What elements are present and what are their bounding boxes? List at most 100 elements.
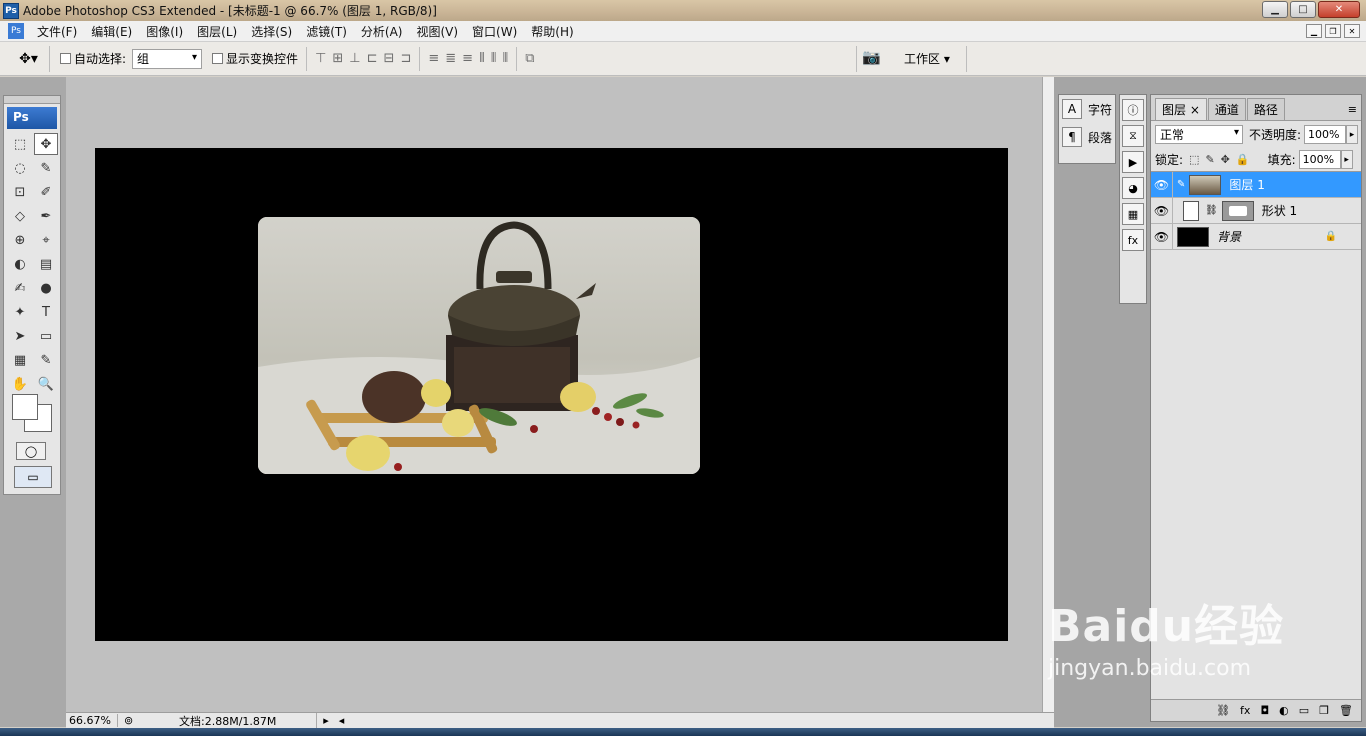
type-tool-icon[interactable]: T [34, 301, 58, 323]
menu-window[interactable]: 窗口(W) [465, 23, 524, 40]
distribute-hcenter-icon[interactable]: ⦀ [491, 51, 497, 66]
quick-mask-icon[interactable]: ◯ [16, 442, 46, 460]
doc-restore-button[interactable]: ❐ [1325, 24, 1341, 38]
lock-position-icon[interactable]: ✥ [1221, 153, 1230, 166]
color-icon[interactable]: ◕ [1122, 177, 1144, 199]
layer-name[interactable]: 背景 [1217, 228, 1241, 245]
bridge-camera-icon[interactable]: 📷 [862, 48, 886, 68]
blur-tool-icon[interactable]: ✍ [8, 277, 32, 299]
visibility-eye-icon[interactable]: 👁 [1151, 197, 1173, 224]
align-hcenter-icon[interactable]: ⊟ [384, 51, 395, 66]
eyedropper-tool-icon[interactable]: ✎ [34, 349, 58, 371]
info-icon[interactable]: ⓘ [1122, 99, 1144, 121]
brush-tool-icon[interactable]: ✒ [34, 205, 58, 227]
doc-minimize-button[interactable]: ▁ [1306, 24, 1322, 38]
layer-row[interactable]: 👁 ⛓ 形状 1 [1151, 197, 1361, 224]
dodge-tool-icon[interactable]: ● [34, 277, 58, 299]
status-options-icon[interactable]: ⊚ [118, 714, 139, 727]
distribute-left-icon[interactable]: ⦀ [479, 51, 485, 66]
foreground-color-swatch[interactable] [12, 394, 38, 420]
add-mask-icon[interactable]: ◘ [1260, 704, 1269, 717]
document-info[interactable]: 文档:2.88M/1.87M [139, 712, 318, 729]
eraser-tool-icon[interactable]: ◐ [8, 253, 32, 275]
distribute-bottom-icon[interactable]: ≡ [462, 51, 473, 66]
lock-image-icon[interactable]: ✎ [1205, 153, 1214, 166]
styles-icon[interactable]: fx [1122, 229, 1144, 251]
opacity-arrow-icon[interactable]: ▸ [1346, 125, 1359, 144]
opacity-input[interactable]: 100% [1304, 125, 1347, 144]
menu-ps-icon[interactable]: Ps [8, 23, 24, 39]
doc-close-button[interactable]: ✕ [1344, 24, 1360, 38]
menu-image[interactable]: 图像(I) [139, 23, 190, 40]
layer-name[interactable]: 图层 1 [1229, 176, 1264, 193]
adjustment-layer-icon[interactable]: ◐ [1279, 704, 1289, 717]
align-bottom-icon[interactable]: ⊥ [349, 51, 360, 66]
tab-paths[interactable]: 路径 [1246, 98, 1285, 120]
fill-input[interactable]: 100% [1298, 150, 1341, 169]
layer-row[interactable]: 👁 背景 🔒 [1151, 223, 1361, 250]
toolbox-header[interactable] [4, 96, 60, 104]
workspace-dropdown[interactable]: 工作区 ▾ [904, 50, 950, 67]
align-top-icon[interactable]: ⊤ [315, 51, 326, 66]
pen-tool-icon[interactable]: ✦ [8, 301, 32, 323]
auto-select-checkbox[interactable] [60, 53, 71, 64]
gradient-tool-icon[interactable]: ▤ [34, 253, 58, 275]
distribute-top-icon[interactable]: ≡ [428, 51, 439, 66]
crop-tool-icon[interactable]: ⊡ [8, 181, 32, 203]
maximize-button[interactable]: □ [1290, 1, 1316, 18]
distribute-right-icon[interactable]: ⦀ [503, 51, 509, 66]
history-icon[interactable]: ⧖ [1122, 125, 1144, 147]
menu-view[interactable]: 视图(V) [409, 23, 465, 40]
path-selection-tool-icon[interactable]: ➤ [8, 325, 32, 347]
character-panel-button[interactable]: A 字符 [1059, 95, 1115, 123]
move-tool-icon[interactable]: ✥ [34, 133, 58, 155]
menu-edit[interactable]: 编辑(E) [84, 23, 139, 40]
auto-select-dropdown[interactable]: 组 [132, 48, 203, 69]
distribute-vcenter-icon[interactable]: ≣ [445, 51, 456, 66]
shape-tool-icon[interactable]: ▭ [34, 325, 58, 347]
hand-tool-icon[interactable]: ✋ [8, 373, 32, 395]
align-vcenter-icon[interactable]: ⊞ [332, 51, 343, 66]
history-brush-tool-icon[interactable]: ⌖ [34, 229, 58, 251]
swatches-icon[interactable]: ▦ [1122, 203, 1144, 225]
fill-arrow-icon[interactable]: ▸ [1340, 150, 1353, 169]
align-left-icon[interactable]: ⊏ [367, 51, 378, 66]
lasso-tool-icon[interactable]: ◌ [8, 157, 32, 179]
menu-filter[interactable]: 滤镜(T) [299, 23, 354, 40]
close-button[interactable]: ✕ [1318, 1, 1360, 18]
notes-tool-icon[interactable]: ▦ [8, 349, 32, 371]
auto-align-icon[interactable]: ⧉ [525, 51, 534, 66]
align-right-icon[interactable]: ⊐ [400, 51, 411, 66]
menu-select[interactable]: 选择(S) [244, 23, 299, 40]
tab-channels[interactable]: 通道 [1207, 98, 1246, 120]
layer-row[interactable]: 👁 ✎ 图层 1 [1151, 171, 1361, 198]
new-layer-icon[interactable]: ❐ [1319, 704, 1329, 717]
lock-transparency-icon[interactable]: ⬚ [1189, 153, 1199, 166]
delete-layer-icon[interactable]: 🗑 [1339, 704, 1353, 717]
visibility-eye-icon[interactable]: 👁 [1151, 171, 1173, 198]
panel-menu-icon[interactable]: ≡ [1348, 103, 1357, 116]
horizontal-scroll-left-icon[interactable]: ◂ [335, 714, 349, 727]
menu-help[interactable]: 帮助(H) [524, 23, 580, 40]
marquee-tool-icon[interactable]: ⬚ [8, 133, 32, 155]
screen-mode-icon[interactable]: ▭ [14, 466, 52, 488]
move-tool-icon[interactable]: ✥▾ [8, 45, 50, 72]
menu-analysis[interactable]: 分析(A) [354, 23, 410, 40]
tab-layers[interactable]: 图层 × [1155, 98, 1207, 120]
menu-file[interactable]: 文件(F) [30, 23, 84, 40]
show-transform-checkbox[interactable] [212, 53, 224, 64]
link-layers-icon[interactable]: ⛓ [1216, 704, 1230, 717]
slice-tool-icon[interactable]: ✐ [34, 181, 58, 203]
magic-wand-tool-icon[interactable]: ✎ [34, 157, 58, 179]
lock-all-icon[interactable]: 🔒 [1236, 153, 1250, 166]
clone-stamp-tool-icon[interactable]: ⊕ [8, 229, 32, 251]
actions-icon[interactable]: ▶ [1122, 151, 1144, 173]
status-menu-arrow-icon[interactable]: ▸ [317, 714, 335, 727]
still-life-photo[interactable] [258, 217, 700, 474]
layer-style-icon[interactable]: fx [1240, 704, 1250, 717]
paragraph-panel-button[interactable]: ¶ 段落 [1059, 123, 1115, 151]
minimize-button[interactable]: ▁ [1262, 1, 1288, 18]
menu-layer[interactable]: 图层(L) [190, 23, 244, 40]
healing-brush-tool-icon[interactable]: ◇ [8, 205, 32, 227]
layer-name[interactable]: 形状 1 [1262, 202, 1297, 219]
